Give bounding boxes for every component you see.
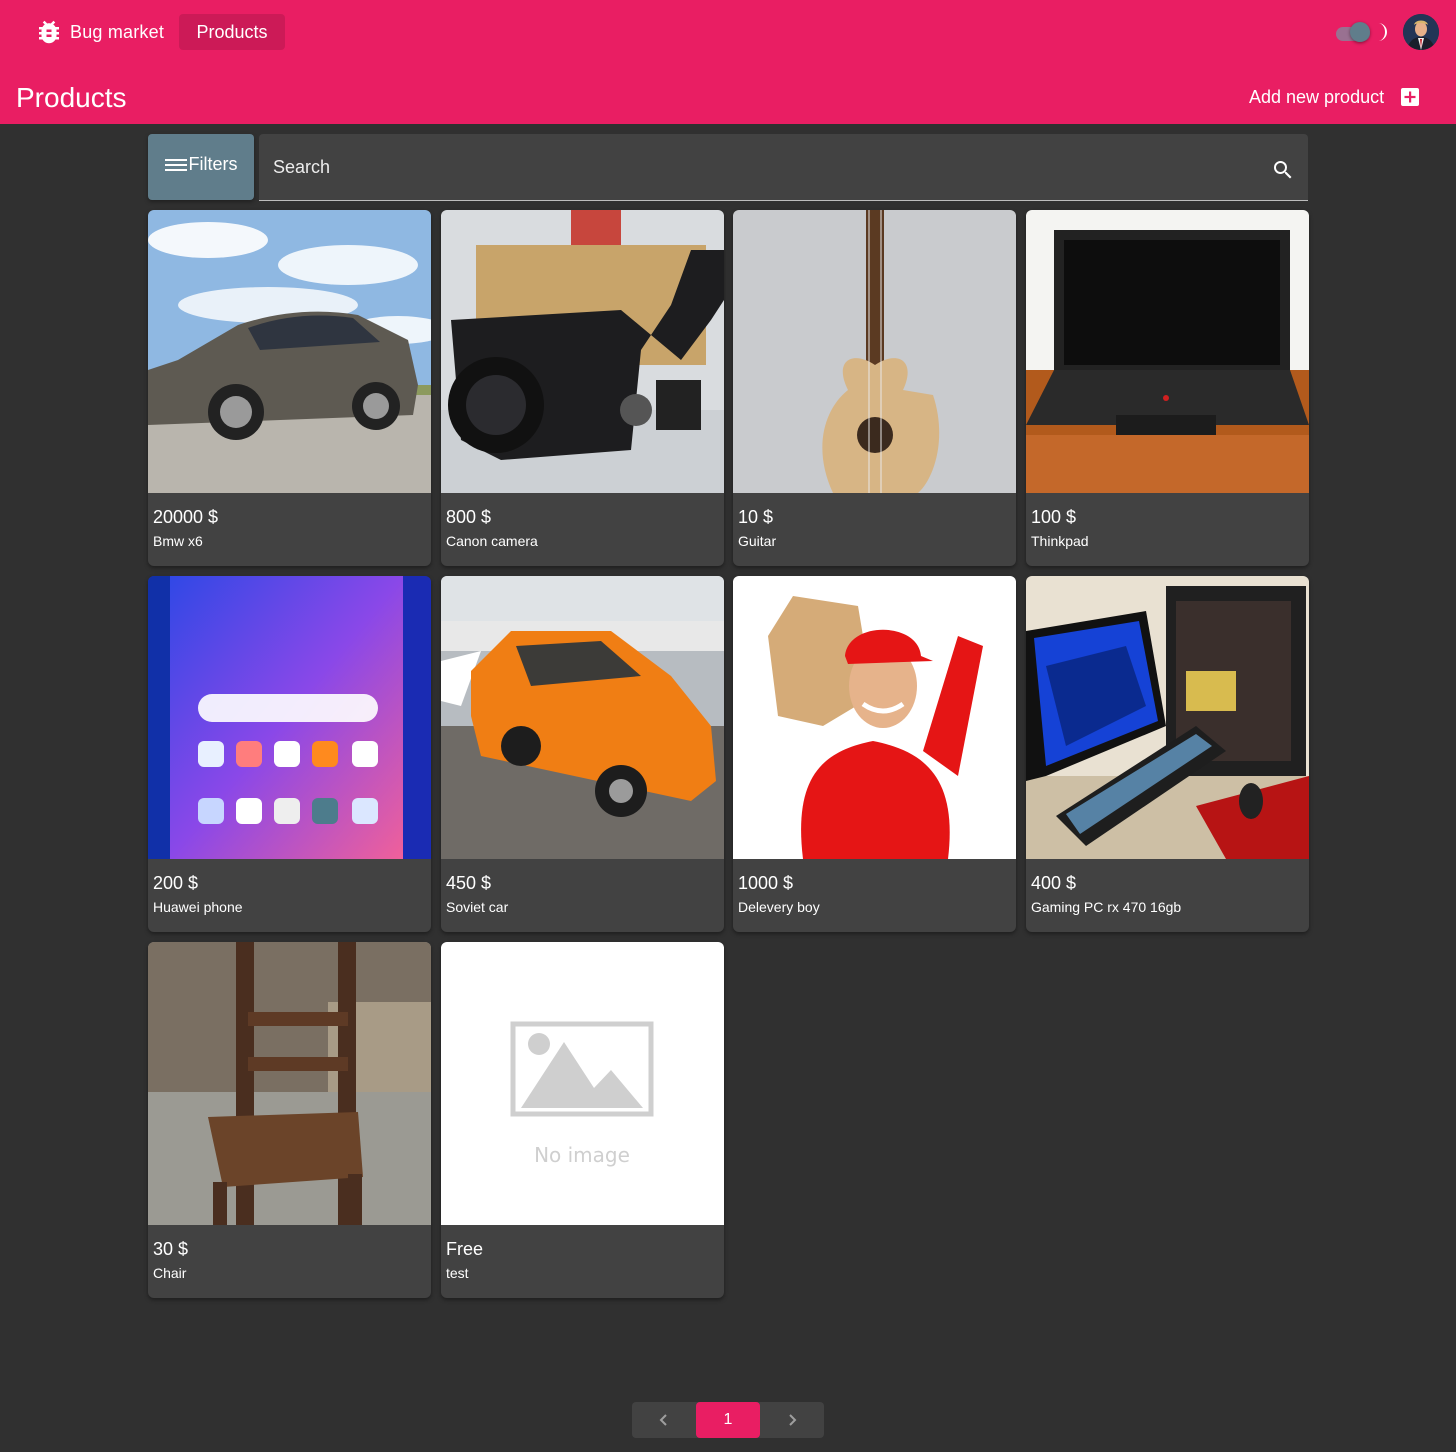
product-card[interactable]: 100 $ Thinkpad [1026, 210, 1309, 566]
filters-button[interactable]: Filters [148, 134, 254, 200]
product-name: Bmw x6 [153, 533, 203, 549]
product-price: 450 $ [446, 873, 492, 893]
product-image [1026, 210, 1309, 493]
moon-icon [1378, 23, 1387, 41]
product-price: 200 $ [153, 873, 199, 893]
no-image-text: No image [534, 1143, 630, 1167]
add-product-label: Add new product [1249, 86, 1385, 107]
product-name: Canon camera [446, 533, 538, 549]
page-title: Products [16, 82, 127, 113]
product-price: 30 $ [153, 1239, 189, 1259]
product-name: Thinkpad [1031, 533, 1089, 549]
add-box-icon [1401, 88, 1420, 106]
product-name: Delevery boy [738, 899, 820, 915]
chevron-right-icon [789, 1414, 797, 1426]
product-image [1026, 576, 1309, 859]
filters-label: Filters [188, 153, 238, 174]
product-image [733, 576, 1016, 859]
product-price: 100 $ [1031, 507, 1077, 527]
bug-icon [39, 20, 59, 44]
product-card[interactable]: 20000 $ Bmw x6 [148, 210, 431, 566]
toggle-thumb [1350, 22, 1370, 42]
search-input[interactable] [259, 134, 1249, 200]
chevron-left-icon [659, 1414, 667, 1426]
product-card[interactable]: 800 $ Canon camera [441, 210, 724, 566]
product-name: Soviet car [446, 899, 509, 915]
user-avatar[interactable] [1403, 14, 1439, 50]
theme-toggle[interactable] [1334, 21, 1372, 43]
product-price: 1000 $ [738, 873, 794, 893]
menu-icon [164, 159, 187, 171]
product-price: 20000 $ [153, 507, 219, 527]
product-price: 400 $ [1031, 873, 1077, 893]
product-image [148, 210, 431, 493]
add-product-button[interactable]: Add new product [1249, 80, 1420, 114]
product-image [441, 576, 724, 859]
product-name: Huawei phone [153, 899, 243, 915]
search-icon[interactable] [1271, 158, 1295, 182]
previous-page-button[interactable] [632, 1402, 696, 1438]
product-image [733, 210, 1016, 493]
product-name: Chair [153, 1265, 187, 1281]
avatar-icon [1403, 14, 1439, 50]
app-header: Bug market Products Products Add new pro… [0, 0, 1456, 124]
page-button-current[interactable]: 1 [696, 1402, 760, 1438]
product-name: Gaming PC rx 470 16gb [1031, 899, 1182, 915]
product-card[interactable]: No image Free test [441, 942, 724, 1298]
product-name: test [446, 1265, 469, 1281]
product-price: 800 $ [446, 507, 492, 527]
brand-label: Bug market [70, 21, 165, 42]
product-price: Free [446, 1239, 484, 1259]
product-card[interactable]: 450 $ Soviet car [441, 576, 724, 932]
product-name: Guitar [738, 533, 777, 549]
product-card[interactable]: 1000 $ Delevery boy [733, 576, 1016, 932]
next-page-button[interactable] [760, 1402, 824, 1438]
product-card[interactable]: 30 $ Chair [148, 942, 431, 1298]
product-card[interactable]: 400 $ Gaming PC rx 470 16gb [1026, 576, 1309, 932]
product-card[interactable]: 200 $ Huawei phone [148, 576, 431, 932]
product-image [148, 942, 431, 1225]
no-image-placeholder: No image [441, 942, 724, 1225]
nav-products[interactable]: Products [179, 14, 285, 50]
product-image [441, 210, 724, 493]
pagination: 1 [632, 1402, 824, 1438]
search-box [259, 134, 1308, 201]
product-image [148, 576, 431, 859]
product-card[interactable]: 10 $ Guitar [733, 210, 1016, 566]
brand-link[interactable]: Bug market [34, 14, 164, 50]
product-price: 10 $ [738, 507, 774, 527]
